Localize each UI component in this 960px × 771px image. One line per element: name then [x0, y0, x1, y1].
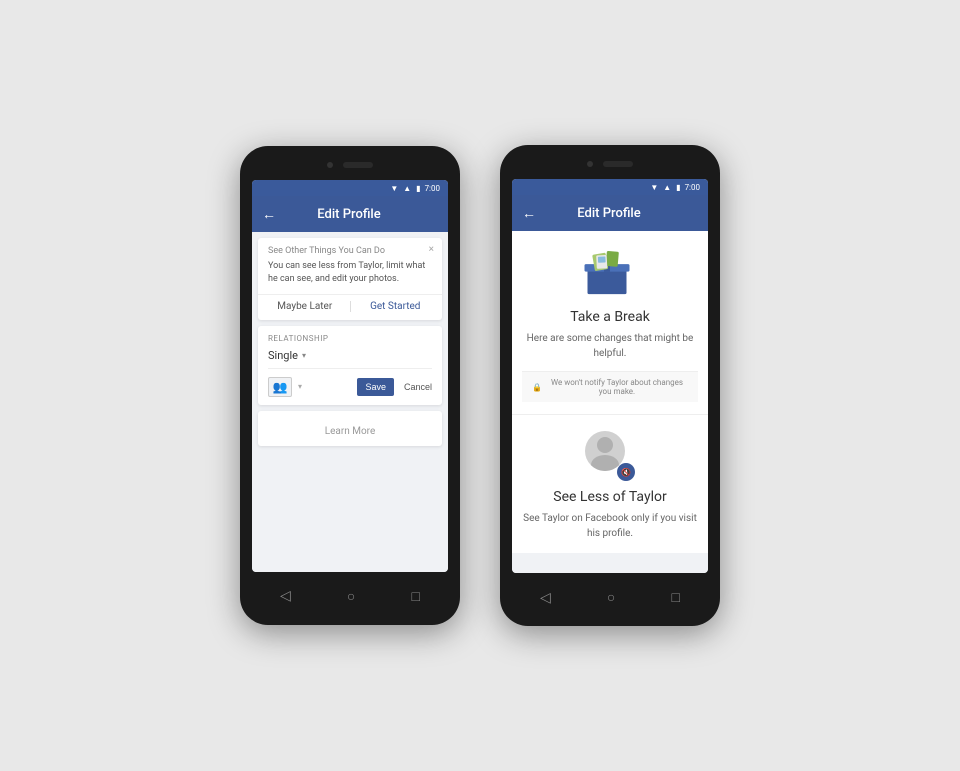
notification-title: See Other Things You Can Do [268, 246, 432, 256]
get-started-button[interactable]: Get Started [351, 301, 433, 312]
phone-top-right [512, 157, 708, 171]
page-title-left: Edit Profile [260, 207, 438, 222]
page-title-right: Edit Profile [520, 206, 698, 221]
friend-icon[interactable]: 👥 [268, 377, 292, 397]
relationship-dropdown[interactable]: Single ▾ [268, 349, 432, 369]
box-illustration [580, 247, 640, 297]
privacy-note-text: We won't notify Taylor about changes you… [546, 378, 688, 396]
nav-bar-right: ◁ ○ □ [512, 581, 708, 614]
nav-bar-left: ◁ ○ □ [252, 580, 448, 613]
home-nav-icon[interactable]: ○ [347, 588, 355, 605]
mute-icon: 🔇 [621, 468, 631, 477]
speaker-left [343, 162, 373, 168]
phone-right: ▼ ▲ ▮ 7:00 ← Edit Profile [500, 145, 720, 626]
signal-icon-r: ▲ [663, 183, 671, 192]
cancel-button[interactable]: Cancel [404, 382, 432, 392]
recents-nav-icon-r[interactable]: □ [671, 589, 679, 606]
dropdown-arrow-icon: ▾ [302, 351, 306, 360]
time-left: 7:00 [425, 184, 440, 193]
privacy-note: 🔒 We won't notify Taylor about changes y… [522, 371, 698, 402]
camera-left [327, 162, 333, 168]
dropdown-small-arrow-icon: ▾ [298, 382, 302, 391]
battery-icon: ▮ [416, 184, 420, 193]
empty-area-left [252, 452, 448, 572]
phone-left: ▼ ▲ ▮ 7:00 ← Edit Profile See Other Thin… [240, 146, 460, 624]
home-nav-icon-r[interactable]: ○ [607, 589, 615, 606]
screen-right: ▼ ▲ ▮ 7:00 ← Edit Profile [512, 179, 708, 573]
save-button[interactable]: Save [357, 378, 394, 396]
mute-badge: 🔇 [617, 463, 635, 481]
see-less-icon-container: 🔇 [585, 431, 635, 481]
maybe-later-button[interactable]: Maybe Later [268, 301, 351, 312]
back-nav-icon[interactable]: ◁ [280, 588, 291, 604]
empty-area-right [512, 553, 708, 573]
break-icon-container [522, 247, 698, 301]
notification-card: See Other Things You Can Do You can see … [258, 238, 442, 319]
break-section: Take a Break Here are some changes that … [512, 231, 708, 415]
recents-nav-icon[interactable]: □ [411, 588, 419, 605]
notification-actions: Maybe Later Get Started [258, 294, 442, 312]
app-bar-right: ← Edit Profile [512, 195, 708, 231]
relationship-label: RELATIONSHIP [268, 334, 432, 343]
phone-top-left [252, 158, 448, 172]
notification-close[interactable]: × [429, 244, 434, 255]
lock-icon: 🔒 [532, 383, 542, 392]
see-less-description: See Taylor on Facebook only if you visit… [522, 511, 698, 541]
signal-icon: ▲ [403, 184, 411, 193]
relationship-value: Single [268, 349, 298, 362]
status-icons-left: ▼ ▲ ▮ 7:00 [387, 184, 440, 193]
relationship-section: RELATIONSHIP Single ▾ 👥 ▾ Save Cancel [258, 326, 442, 405]
see-less-section: 🔇 See Less of Taylor See Taylor on Faceb… [512, 415, 708, 553]
status-bar-left: ▼ ▲ ▮ 7:00 [252, 180, 448, 196]
screen-left: ▼ ▲ ▮ 7:00 ← Edit Profile See Other Thin… [252, 180, 448, 571]
status-icons-right: ▼ ▲ ▮ 7:00 [647, 183, 700, 192]
friend-row: 👥 ▾ Save Cancel [268, 377, 432, 397]
learn-more-button[interactable]: Learn More [325, 426, 376, 437]
wifi-icon-r: ▼ [650, 183, 658, 192]
wifi-icon: ▼ [390, 184, 398, 193]
break-description: Here are some changes that might be help… [522, 331, 698, 361]
notification-body: You can see less from Taylor, limit what… [268, 260, 432, 285]
back-nav-icon-r[interactable]: ◁ [540, 590, 551, 606]
friends-glyph: 👥 [273, 380, 288, 394]
learn-more-section: Learn More [258, 411, 442, 446]
time-right: 7:00 [685, 183, 700, 192]
see-less-title: See Less of Taylor [522, 489, 698, 505]
status-bar-right: ▼ ▲ ▮ 7:00 [512, 179, 708, 195]
speaker-right [603, 161, 633, 167]
app-bar-left: ← Edit Profile [252, 196, 448, 232]
break-title: Take a Break [522, 309, 698, 325]
camera-right [587, 161, 593, 167]
battery-icon-r: ▮ [676, 183, 680, 192]
